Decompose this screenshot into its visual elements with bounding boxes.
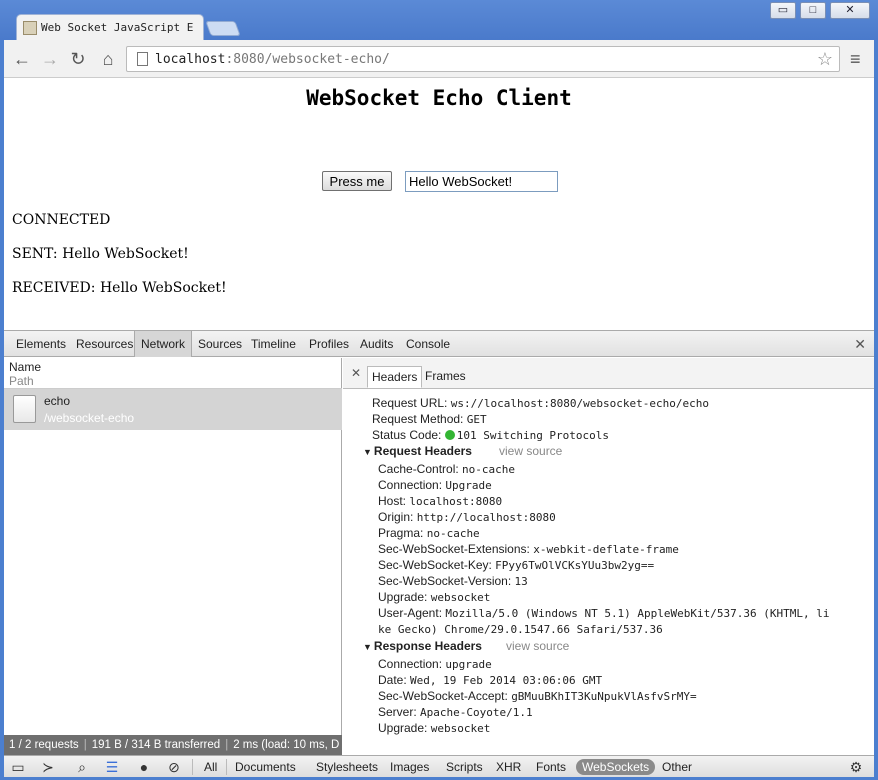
tab-audits[interactable]: Audits [354, 331, 399, 357]
tab-title: Web Socket JavaScript E [41, 21, 194, 34]
filter-other[interactable]: Other [656, 759, 698, 775]
column-name: Name [9, 360, 42, 374]
filter-documents[interactable]: Documents [229, 759, 302, 775]
record-icon[interactable]: ● [134, 758, 154, 776]
minimize-button[interactable]: ▭ [770, 2, 796, 19]
page-icon [137, 52, 148, 66]
browser-toolbar: ← → ↻ ⌂ localhost:8080/websocket-echo/ ☆… [4, 40, 874, 78]
header-row: Sec-WebSocket-Accept: gBMuuBKhIT3KuNpukV… [378, 689, 697, 703]
url-path: :8080/websocket-echo/ [225, 52, 390, 67]
tab-console[interactable]: Console [400, 331, 456, 357]
message-input[interactable] [405, 171, 558, 192]
header-row: Connection: upgrade [378, 657, 492, 671]
page-content: WebSocket Echo Client Press me CONNECTED… [4, 78, 874, 330]
filter-images[interactable]: Images [384, 759, 435, 775]
header-row: User-Agent: Mozilla/5.0 (Windows NT 5.1)… [378, 606, 830, 620]
press-me-button[interactable]: Press me [322, 171, 392, 191]
header-request-method: Request Method: GET [372, 412, 487, 426]
detail-close-icon[interactable]: ✕ [351, 366, 361, 380]
header-row: Cache-Control: no-cache [378, 462, 516, 476]
header-row-continuation: ke Gecko) Chrome/29.0.1547.66 Safari/537… [378, 623, 663, 636]
url-text: localhost:8080/websocket-echo/ [155, 52, 390, 67]
home-icon[interactable]: ⌂ [98, 49, 118, 69]
reload-icon[interactable]: ↻ [68, 49, 88, 69]
address-bar[interactable]: localhost:8080/websocket-echo/ ☆ [126, 46, 840, 72]
header-row: Sec-WebSocket-Version: 13 [378, 574, 528, 588]
browser-window: Web Socket JavaScript E ▭ □ ✕ ← → ↻ ⌂ lo… [0, 0, 878, 780]
tab-timeline[interactable]: Timeline [245, 331, 302, 357]
header-row: Sec-WebSocket-Extensions: x-webkit-defla… [378, 542, 679, 556]
tab-sources[interactable]: Sources [192, 331, 248, 357]
console-drawer-icon[interactable]: ≻ [38, 758, 58, 776]
maximize-button[interactable]: □ [800, 2, 826, 19]
header-row: Host: localhost:8080 [378, 494, 503, 508]
summary-transferred: 191 B / 314 B transferred [91, 739, 221, 751]
header-status-code: Status Code: 101 Switching Protocols [372, 428, 610, 442]
header-row: Origin: http://localhost:8080 [378, 510, 556, 524]
column-path: Path [9, 374, 34, 388]
tab-headers[interactable]: Headers [367, 366, 423, 388]
header-row: Upgrade: websocket [378, 721, 491, 735]
request-list: Name Path echo /websocket-echo [4, 358, 342, 735]
summary-timing: 2 ms (load: 10 ms, D [233, 739, 340, 751]
log-line-sent: SENT: Hello WebSocket! [12, 246, 189, 262]
header-request-url: Request URL: ws://localhost:8080/websock… [372, 396, 709, 410]
tab-network[interactable]: Network [134, 331, 193, 357]
header-row: Sec-WebSocket-Key: FPyy6TwOlVCKsYUu3bw2y… [378, 558, 655, 572]
tab-profiles[interactable]: Profiles [303, 331, 355, 357]
request-headers-section[interactable]: ▼ Request Headers [363, 444, 472, 458]
filter-all[interactable]: All [198, 759, 223, 775]
header-row: Date: Wed, 19 Feb 2014 03:06:06 GMT [378, 673, 603, 687]
filter-fonts[interactable]: Fonts [530, 759, 572, 775]
dock-icon[interactable]: ▭ [8, 758, 28, 776]
log-line-received: RECEIVED: Hello WebSocket! [12, 280, 227, 296]
devtools-close-icon[interactable]: ✕ [854, 336, 866, 353]
request-view-source-link[interactable]: view source [499, 444, 562, 458]
devtools-tab-bar: Elements Resources Network Sources Timel… [4, 331, 874, 357]
network-summary: 1 / 2 requests | 191 B / 314 B transferred… [4, 735, 342, 755]
search-icon[interactable]: ⌕ [72, 758, 92, 776]
settings-gear-icon[interactable]: ⚙ [846, 758, 866, 776]
header-row: Pragma: no-cache [378, 526, 480, 540]
detail-tab-bar: ✕ Headers Frames [343, 358, 874, 389]
close-window-button[interactable]: ✕ [830, 2, 870, 19]
list-view-icon[interactable]: ☰ [102, 758, 122, 776]
tab-resources[interactable]: Resources [70, 331, 139, 357]
back-icon[interactable]: ← [12, 49, 32, 69]
filter-websockets[interactable]: WebSockets [576, 759, 656, 775]
response-view-source-link[interactable]: view source [506, 639, 569, 653]
chrome-menu-icon[interactable]: ≡ [850, 49, 868, 69]
request-list-header[interactable]: Name Path [4, 358, 342, 389]
request-path: /websocket-echo [44, 411, 135, 425]
header-row: Server: Apache-Coyote/1.1 [378, 705, 533, 719]
expand-triangle-icon: ▼ [363, 642, 372, 652]
devtools-status-bar: ▭ ≻ ⌕ ☰ ● ⊘ All Documents Stylesheets Image… [4, 755, 874, 777]
summary-requests: 1 / 2 requests [9, 739, 79, 751]
document-icon [13, 395, 36, 423]
new-tab-button[interactable] [205, 21, 241, 36]
request-name: echo [44, 394, 71, 408]
tab-frames[interactable]: Frames [421, 366, 470, 388]
header-row: Connection: Upgrade [378, 478, 492, 492]
title-bar: Web Socket JavaScript E ▭ □ ✕ [0, 0, 878, 40]
request-row[interactable]: echo /websocket-echo [4, 389, 342, 430]
expand-triangle-icon: ▼ [363, 447, 372, 457]
favicon-icon [23, 21, 37, 35]
page-title: WebSocket Echo Client [306, 86, 572, 110]
filter-xhr[interactable]: XHR [490, 759, 527, 775]
status-ok-icon [444, 430, 455, 440]
filter-stylesheets[interactable]: Stylesheets [310, 759, 384, 775]
request-detail: ✕ Headers Frames Request URL: ws://local… [343, 358, 874, 755]
response-headers-section[interactable]: ▼ Response Headers [363, 639, 482, 653]
tab-elements[interactable]: Elements [10, 331, 72, 357]
devtools-panel: Elements Resources Network Sources Timel… [4, 330, 874, 777]
header-row: Upgrade: websocket [378, 590, 491, 604]
log-line-connected: CONNECTED [12, 212, 111, 228]
forward-icon[interactable]: → [40, 49, 60, 69]
clear-icon[interactable]: ⊘ [164, 758, 184, 776]
url-host: localhost [155, 52, 226, 67]
filter-scripts[interactable]: Scripts [440, 759, 489, 775]
browser-tab[interactable]: Web Socket JavaScript E [16, 14, 204, 40]
bookmark-star-icon[interactable]: ☆ [817, 49, 833, 70]
